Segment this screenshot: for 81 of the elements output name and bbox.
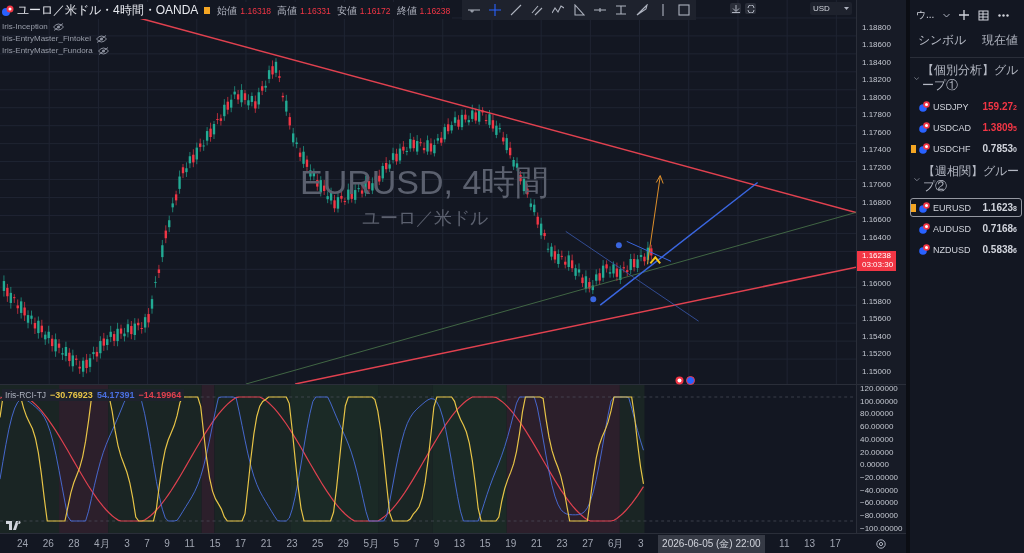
time-tick-label: 6月: [607, 536, 624, 551]
axis-tick-label: −80.00000: [860, 512, 899, 521]
ohlc-value: 1.16238: [419, 5, 451, 16]
time-tick-label: 19: [505, 538, 517, 549]
axis-tick-label: 40.00000: [860, 435, 894, 444]
crosshair-time-label: 2026-06-05 (金) 22:00: [658, 534, 765, 553]
price-tick-label: 1.16800: [861, 198, 891, 207]
time-tick-label: 11: [184, 538, 195, 549]
ohlc-label: 始値: [217, 3, 238, 18]
price-tick-label: 1.16000: [861, 280, 891, 289]
axis-tick-label: −100.00000: [860, 524, 903, 533]
time-tick-label: 3: [638, 538, 644, 549]
bar-countdown: 03:03:30: [862, 261, 894, 270]
time-tick-label: 17: [235, 538, 247, 549]
time-tick-label: 9: [433, 538, 440, 549]
price-tick-label: 1.17800: [861, 111, 891, 120]
symbol-name: USDCHF: [933, 143, 972, 154]
time-tick-label: 5: [393, 538, 400, 549]
time-tick-label: 28: [68, 538, 80, 549]
time-tick-label: 21: [530, 538, 542, 549]
ohlc-label: 終値: [396, 3, 417, 18]
time-tick-label: 23: [556, 538, 568, 549]
ohlc-value: 1.16331: [300, 5, 331, 16]
price-tick-label: 1.18800: [861, 24, 891, 32]
time-tick-label: 27: [582, 538, 594, 549]
axis-tick-label: −40.00000: [860, 486, 899, 495]
time-tick-label: 15: [209, 538, 221, 549]
time-tick-label: 15: [479, 538, 491, 549]
ohlc-label: 高値: [277, 3, 298, 18]
time-tick-label: 7: [144, 538, 150, 549]
time-tick-label: 4月: [94, 536, 110, 551]
ohlc-value: 1.16172: [359, 5, 391, 16]
price-tick-label: 1.17000: [861, 181, 891, 190]
price-tick-label: 1.15400: [861, 332, 891, 341]
time-tick-label: 11: [779, 538, 790, 549]
symbol-name: USDJPY: [933, 101, 970, 112]
symbol-name: USDCAD: [933, 122, 972, 133]
price-tick-label: 1.15000: [861, 367, 891, 376]
price-tick-label: 1.15600: [861, 315, 891, 324]
axis-tick-label: 100.00000: [860, 397, 898, 406]
time-tick-label: 3: [124, 538, 130, 549]
symbol-description-watermark: ユーロ／米ドル: [361, 207, 488, 230]
ohlc-value: 1.16318: [240, 5, 272, 16]
axis-tick-label: 0.00000: [860, 461, 889, 470]
time-tick-label: 9: [164, 538, 170, 549]
symbol-name: AUDUSD: [933, 223, 972, 234]
time-tick-label: 5月: [363, 536, 379, 551]
axis-tick-label: −60.00000: [860, 499, 899, 508]
axis-tick-label: 80.00000: [860, 410, 894, 419]
time-tick-label: 29: [337, 538, 349, 549]
price-tick-label: 1.15200: [861, 350, 891, 359]
time-tick-label: 23: [286, 538, 298, 549]
time-tick-label: 17: [829, 538, 841, 549]
indicator-value: −30.76923: [50, 390, 93, 400]
price-tick-label: 1.17600: [861, 128, 891, 137]
time-tick-label: 13: [804, 538, 816, 549]
price-tick-label: 1.16600: [861, 216, 891, 225]
symbol-name: EURUSD: [933, 202, 972, 213]
time-tick-label: 21: [260, 538, 272, 549]
symbol-name: NZDUSD: [933, 244, 972, 255]
ohlc-label: 安値: [336, 3, 357, 18]
time-tick-label: 26: [42, 538, 54, 549]
axis-tick-label: −20.00000: [860, 474, 899, 483]
axis-tick-label: 20.00000: [860, 448, 894, 457]
time-tick-label: 7: [413, 538, 420, 549]
last-price: 1.16238: [862, 252, 892, 262]
price-tick-label: 1.17400: [861, 146, 891, 155]
axis-tick-label: 60.00000: [860, 423, 894, 432]
price-tick-label: 1.17200: [861, 163, 891, 172]
time-tick-label: 25: [312, 538, 324, 549]
price-tick-label: 1.16400: [861, 233, 891, 242]
price-tick-label: 1.18000: [861, 93, 891, 102]
indicator-value: −14.19964: [138, 390, 182, 400]
indicator-value: 54.17391: [96, 390, 135, 400]
axis-tick-label: 120.00000: [860, 385, 898, 393]
price-tick-label: 1.18200: [861, 76, 891, 85]
time-tick-label: 24: [17, 538, 29, 549]
time-tick-label: 13: [453, 538, 465, 549]
price-tick-label: 1.18400: [861, 58, 891, 67]
price-tick-label: 1.18600: [861, 41, 891, 50]
price-tick-label: 1.15800: [861, 297, 891, 306]
